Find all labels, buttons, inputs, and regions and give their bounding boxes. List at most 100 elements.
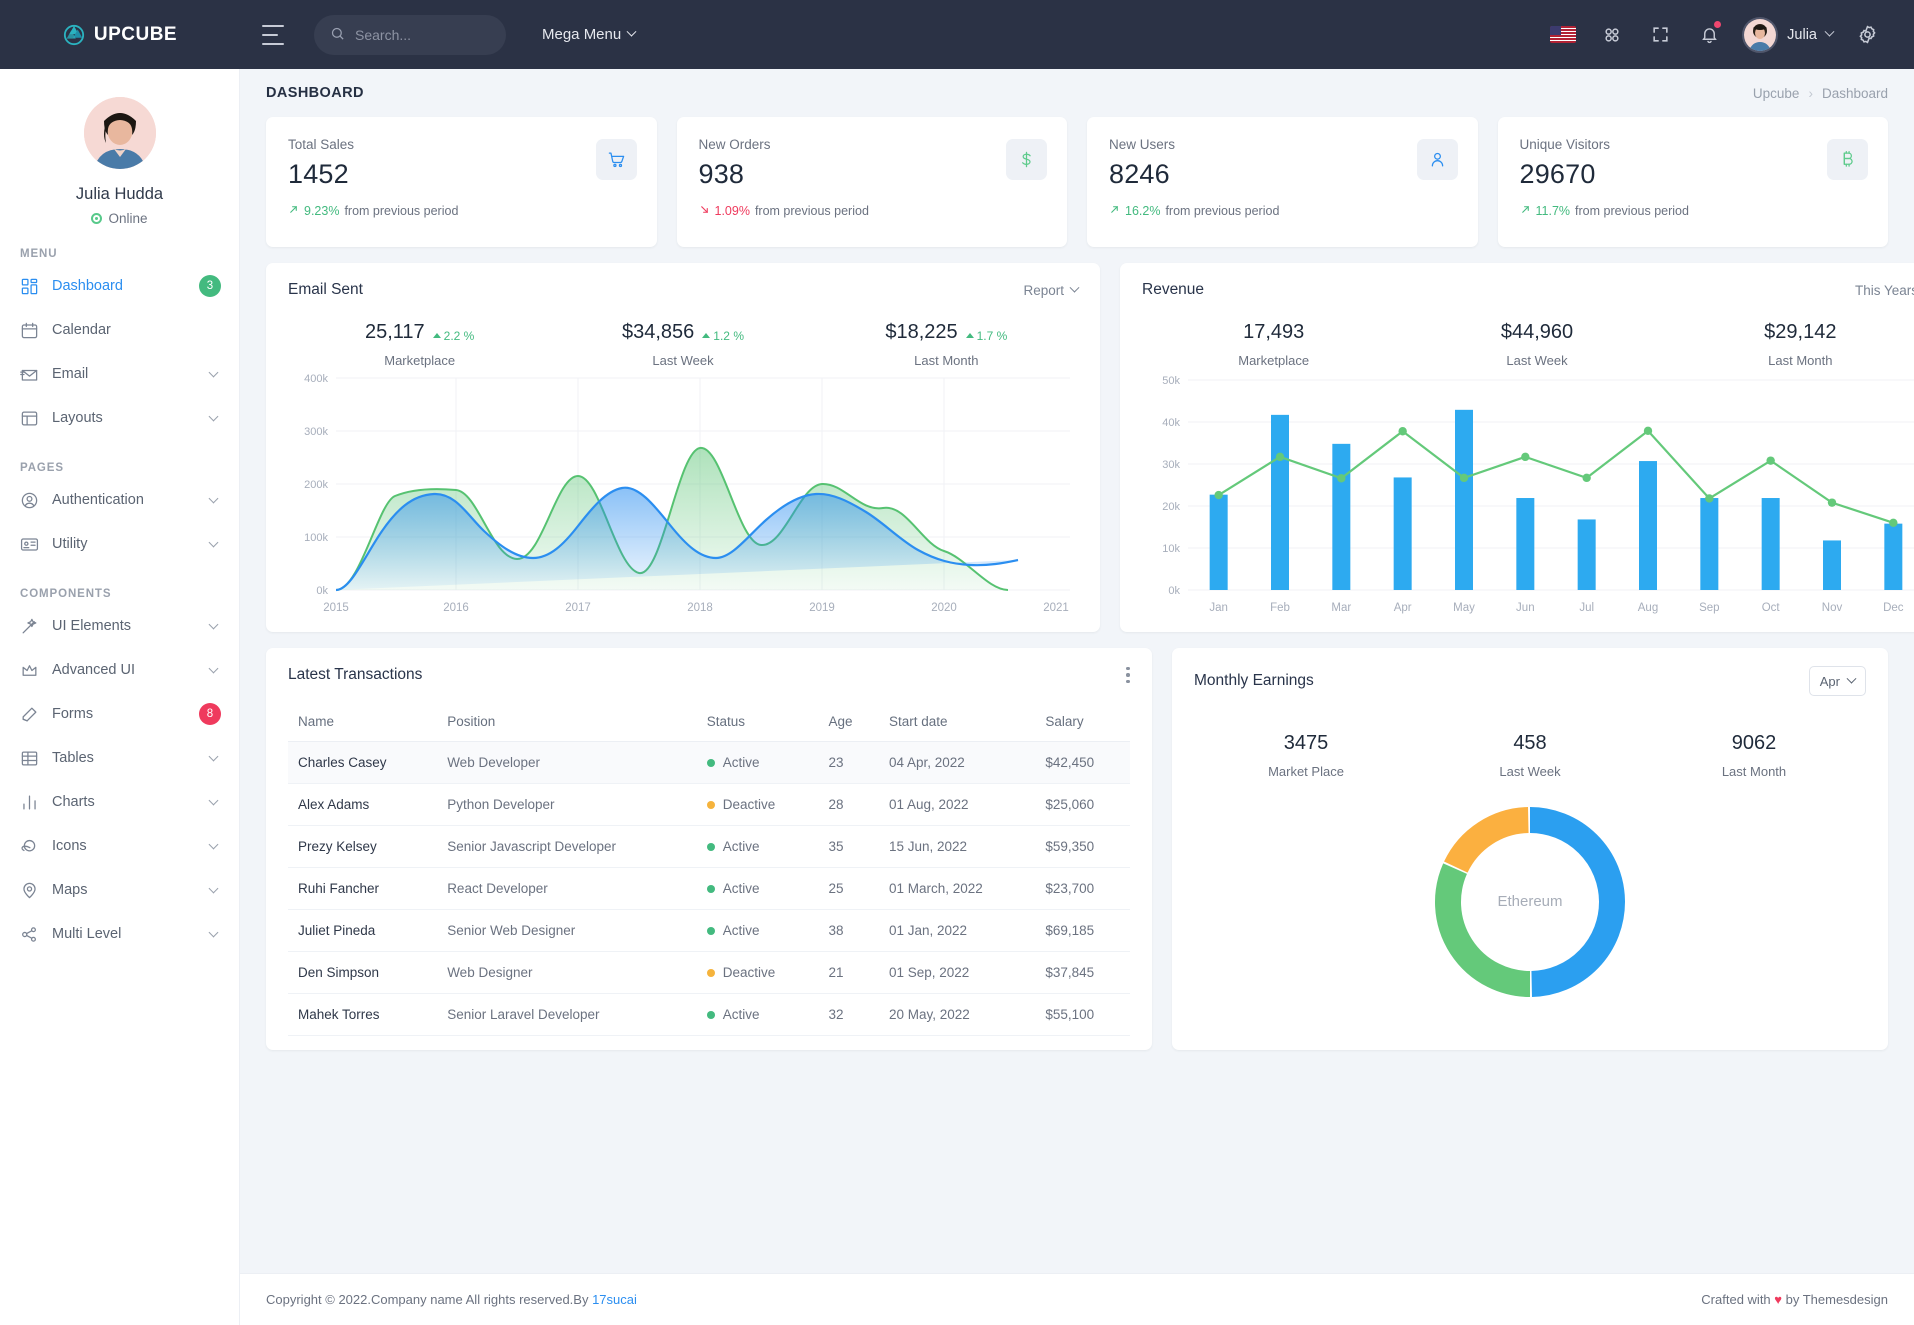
stat-label: New Users	[1109, 137, 1456, 152]
cell-age: 21	[818, 952, 879, 994]
line-point	[1460, 474, 1468, 482]
month-select[interactable]: Apr	[1809, 666, 1866, 696]
sidebar-item-label: Icons	[52, 838, 197, 854]
svg-text:30k: 30k	[1162, 459, 1180, 471]
bar	[1455, 410, 1473, 590]
stat-percent: 11.7%	[1536, 204, 1571, 218]
chevron-down-icon	[209, 752, 219, 762]
revenue-filter[interactable]: This Years	[1855, 283, 1914, 298]
table-row[interactable]: Den SimpsonWeb DesignerDeactive2101 Sep,…	[288, 952, 1130, 994]
sidebar-item-utility[interactable]: Utility	[0, 522, 239, 566]
sidebar-profile-name: Julia Hudda	[0, 185, 239, 204]
line-point	[1828, 498, 1836, 506]
svg-text:Apr: Apr	[1394, 602, 1412, 614]
stat-value: 29670	[1520, 159, 1867, 190]
sidebar-item-badge: 3	[199, 275, 221, 297]
metric-caption: Last Month	[1642, 764, 1866, 779]
sidebar-item-layouts[interactable]: Layouts	[0, 396, 239, 440]
topbar-actions: Julia	[1538, 10, 1914, 59]
table-row[interactable]: Prezy KelseySenior Javascript DeveloperA…	[288, 826, 1130, 868]
sidebar-section-label: MENU	[20, 248, 239, 260]
fullscreen-icon[interactable]	[1636, 10, 1685, 59]
sidebar-item-multi-level[interactable]: Multi Level	[0, 912, 239, 956]
svg-text:Jun: Jun	[1516, 602, 1535, 614]
notification-bell-icon[interactable]	[1685, 10, 1734, 59]
sidebar-profile-status: Online	[0, 211, 239, 226]
sidebar-item-icons[interactable]: Icons	[0, 824, 239, 868]
cell-name: Prezy Kelsey	[288, 826, 437, 868]
search-input[interactable]	[355, 27, 485, 43]
email-sent-filter[interactable]: Report	[1023, 283, 1078, 298]
planet-icon	[20, 837, 39, 856]
us-flag-icon[interactable]	[1538, 10, 1587, 59]
svg-text:200k: 200k	[304, 479, 328, 491]
brand-logo[interactable]: UPCUBE	[0, 24, 240, 46]
breadcrumb-item-1[interactable]: Dashboard	[1822, 86, 1888, 101]
avatar	[1742, 17, 1778, 53]
stat-percent: 1.09%	[715, 204, 750, 218]
cell-position: Python Developer	[437, 784, 697, 826]
revenue-filter-label: This Years	[1855, 283, 1914, 298]
sidebar-item-maps[interactable]: Maps	[0, 868, 239, 912]
cell-age: 28	[818, 784, 879, 826]
mega-menu-button[interactable]: Mega Menu	[542, 26, 635, 43]
svg-text:Jan: Jan	[1209, 602, 1228, 614]
sidebar-item-forms[interactable]: Forms8	[0, 692, 239, 736]
cell-salary: $23,700	[1035, 868, 1130, 910]
hamburger-icon[interactable]	[262, 25, 288, 45]
table-icon	[20, 749, 39, 768]
latest-transactions-card: Latest Transactions NamePositionStatusAg…	[266, 648, 1152, 1050]
bar-chart-icon	[20, 793, 39, 812]
metric-caption: Last Week	[551, 353, 814, 368]
stat-label: New Orders	[699, 137, 1046, 152]
donut-center-label: Ethereum	[1194, 893, 1866, 910]
apps-grid-icon[interactable]	[1587, 10, 1636, 59]
earnings-header: Monthly Earnings Apr	[1194, 666, 1866, 696]
footer-copyright-text: Copyright © 2022.Company name All rights…	[266, 1292, 592, 1307]
avatar[interactable]	[84, 97, 156, 169]
metric-block: 25,1172.2 %Marketplace	[288, 321, 551, 368]
stat-value: 938	[699, 159, 1046, 190]
sidebar-section-label: COMPONENTS	[20, 588, 239, 600]
status-badge: Active	[723, 755, 760, 770]
svg-text:Nov: Nov	[1822, 602, 1843, 614]
sidebar-item-email[interactable]: Email	[0, 352, 239, 396]
table-row[interactable]: Mahek TorresSenior Laravel DeveloperActi…	[288, 994, 1130, 1036]
bar	[1516, 498, 1534, 590]
chevron-down-icon	[209, 494, 219, 504]
table-row[interactable]: Alex AdamsPython DeveloperDeactive2801 A…	[288, 784, 1130, 826]
status-badge: Deactive	[723, 965, 776, 980]
gear-icon[interactable]	[1843, 10, 1892, 59]
sidebar-item-ui-elements[interactable]: UI Elements	[0, 604, 239, 648]
donut-segment[interactable]	[1448, 869, 1530, 984]
sidebar-item-tables[interactable]: Tables	[0, 736, 239, 780]
status-badge: Deactive	[723, 797, 776, 812]
donut-segment[interactable]	[1456, 820, 1528, 867]
cell-position: Senior Web Designer	[437, 910, 697, 952]
triangle-up-icon	[702, 333, 710, 338]
sidebar-item-charts[interactable]: Charts	[0, 780, 239, 824]
table-row[interactable]: Ruhi FancherReact DeveloperActive2501 Ma…	[288, 868, 1130, 910]
user-menu[interactable]: Julia	[1742, 17, 1833, 53]
sidebar-item-calendar[interactable]: Calendar	[0, 308, 239, 352]
brand-text: UPCUBE	[94, 24, 177, 46]
email-sent-title: Email Sent	[288, 281, 363, 299]
breadcrumb-item-0[interactable]: Upcube	[1753, 86, 1800, 101]
table-row[interactable]: Juliet PinedaSenior Web DesignerActive38…	[288, 910, 1130, 952]
more-vertical-icon[interactable]	[1126, 667, 1130, 684]
sidebar-item-authentication[interactable]: Authentication	[0, 478, 239, 522]
stat-label: Unique Visitors	[1520, 137, 1867, 152]
chevron-down-icon	[1847, 673, 1857, 683]
search-box[interactable]	[314, 15, 506, 55]
trend-line	[1219, 431, 1894, 523]
email-sent-area-chart: 400k300k200k100k0k 201520162017201820192…	[288, 368, 1078, 618]
footer-link[interactable]: 17sucai	[592, 1292, 637, 1307]
stat-value: 1452	[288, 159, 635, 190]
table-row[interactable]: Charles CaseyWeb DeveloperActive2304 Apr…	[288, 742, 1130, 784]
cell-salary: $69,185	[1035, 910, 1130, 952]
svg-text:2020: 2020	[931, 602, 957, 614]
chevron-down-icon	[209, 928, 219, 938]
cell-start-date: 04 Apr, 2022	[879, 742, 1035, 784]
sidebar-item-advanced-ui[interactable]: Advanced UI	[0, 648, 239, 692]
sidebar-item-dashboard[interactable]: Dashboard3	[0, 264, 239, 308]
